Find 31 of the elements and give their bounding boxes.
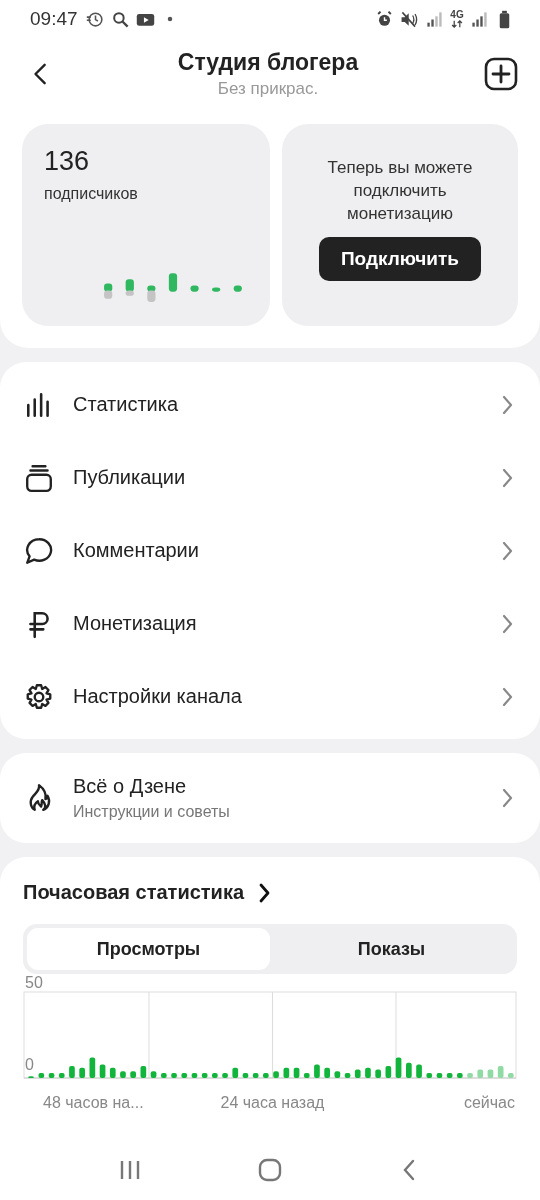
network-type: 4G bbox=[450, 10, 464, 20]
menu-label: Публикации bbox=[73, 466, 187, 489]
tab[interactable]: Просмотры bbox=[27, 928, 270, 970]
help-subtitle: Инструкции и советы bbox=[73, 803, 231, 821]
axis-label: 0 bbox=[25, 1056, 34, 1073]
menu-label: Комментарии bbox=[73, 539, 200, 562]
page-subtitle: Без прикрас. bbox=[217, 79, 319, 99]
status-time: 09:47 bbox=[30, 8, 78, 30]
menu-label: Монетизация bbox=[73, 612, 198, 635]
axis-label: сейчас bbox=[463, 1094, 515, 1111]
help-title: Всё о Дзене bbox=[73, 775, 188, 798]
menu-label: Настройки канала bbox=[73, 685, 243, 708]
monetization-text: Теперь вы можете подключить монетизацию bbox=[326, 157, 474, 225]
subscriber-count: 136 bbox=[44, 146, 91, 177]
hourly-stats-link[interactable]: Почасовая статистика bbox=[23, 881, 517, 904]
help-panel[interactable]: Всё о Дзене Инструкции и советы bbox=[0, 753, 540, 843]
subscriber-label: подписчиков bbox=[44, 185, 139, 203]
axis-label: 48 часов на... bbox=[43, 1094, 144, 1111]
menu-item[interactable]: Статистика bbox=[0, 368, 540, 441]
axis-label: 50 bbox=[25, 974, 43, 991]
tab[interactable]: Показы bbox=[270, 928, 513, 970]
menu-item[interactable]: Монетизация bbox=[0, 587, 540, 660]
menu-item[interactable]: Настройки канала bbox=[0, 660, 540, 733]
menu-item[interactable]: Комментарии bbox=[0, 514, 540, 587]
page-title: Студия блогера bbox=[177, 49, 359, 76]
menu-item[interactable]: Публикации bbox=[0, 441, 540, 514]
menu-label: Статистика bbox=[73, 393, 180, 416]
subscribers-card[interactable]: 136 подписчиков bbox=[22, 124, 270, 326]
connect-button[interactable]: Подключить bbox=[318, 237, 482, 281]
axis-label: 24 часа назад bbox=[220, 1094, 325, 1111]
section-title: Почасовая статистика bbox=[23, 881, 245, 904]
